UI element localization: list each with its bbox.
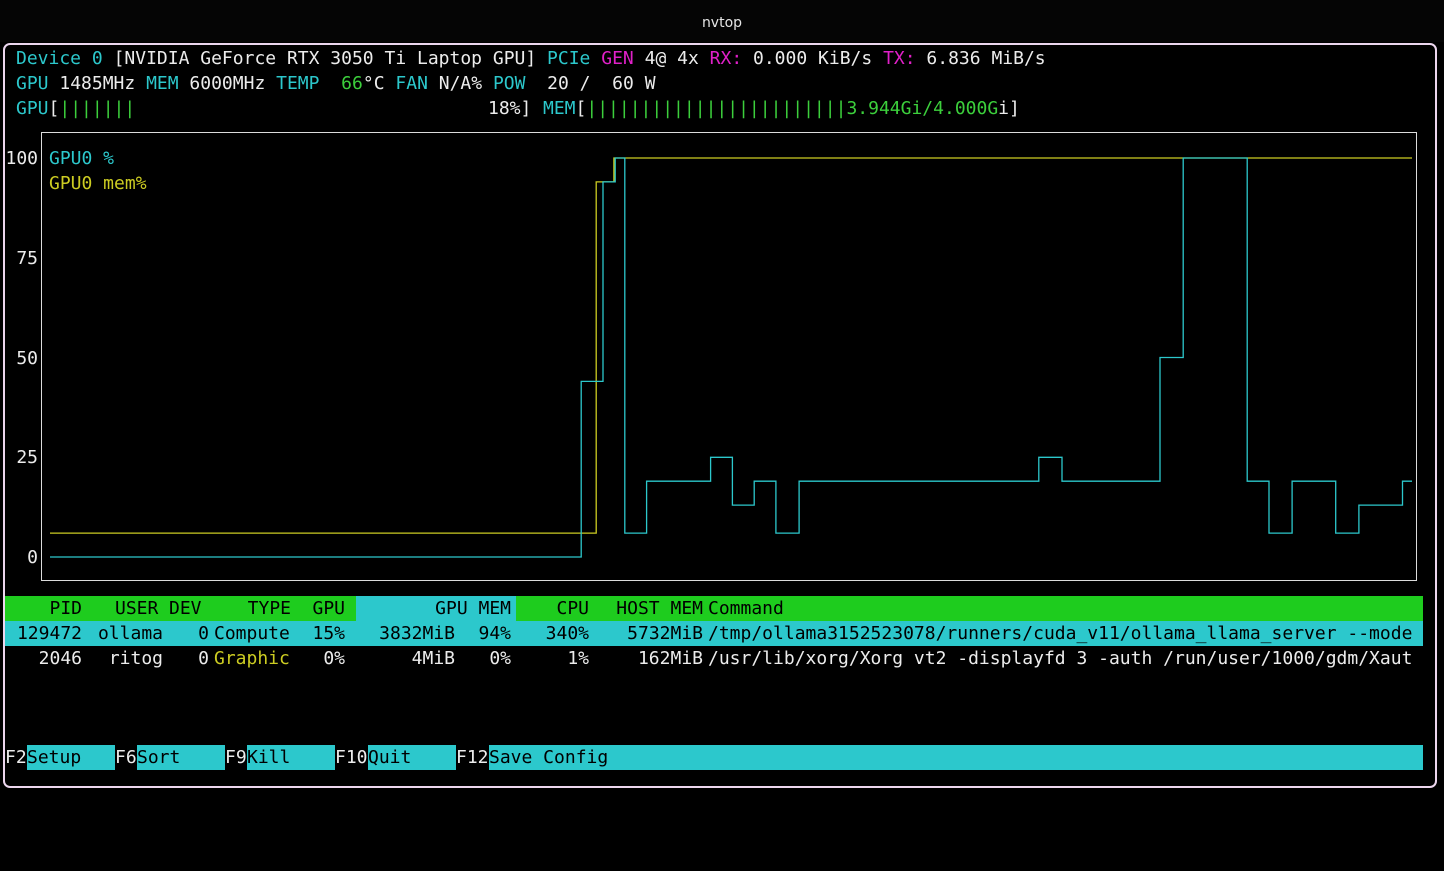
temp-unit: °C [362,73,385,94]
process-row[interactable]: 2046 ritog 0 Graphic 0% 4MiB 0% 1% 162MiB/usr/li… [5,646,1423,671]
header-cpu[interactable]: CPU [525,596,589,621]
gpu-bar-percent: 18%] [488,98,532,119]
process-table-header[interactable]: PID USER DEV TYPE GPU GPU MEM CPU HOST M… [5,596,1423,621]
cell-gpu: 0% [323,648,345,669]
rx-label: RX: [709,48,743,69]
cell-host-mem: 162MiB [637,648,703,669]
gpu-bar-fill: ||||||| [59,98,136,119]
rx-value: 0.000 KiB/s [753,48,873,69]
device-line: Device 0 [NVIDIA GeForce RTX 3050 Ti Lap… [16,46,1046,71]
mem-bar-label: MEM [543,98,576,119]
cell-command: /usr/lib/xorg/Xorg vt2 -displayfd 3 -aut… [708,648,1413,669]
gpu-bar-open: [ [48,98,60,119]
header-gpu-mem[interactable]: GPU MEM [415,596,511,621]
temp-label: TEMP [276,73,320,94]
y-tick-label: 75 [16,247,38,269]
gen-label: GEN [601,48,634,69]
cell-type: Compute [214,623,290,644]
device-name: [NVIDIA GeForce RTX 3050 Ti Laptop GPU] [113,48,537,69]
footer-kill-button[interactable]: Kill [247,745,335,770]
y-tick-label: 0 [27,547,38,568]
y-tick-label: 50 [16,347,38,369]
header-pid[interactable]: PID [5,596,82,621]
cell-dev: 0 [198,648,209,669]
legend-gpu-mem-percent: GPU0 mem% [49,173,147,194]
footer-setup-button[interactable]: Setup [27,745,115,770]
footer-save-config-button[interactable]: Save Config [489,745,1423,770]
function-key-bar: F2 Setup F6 Sort F9 Kill F10 Quit F12 Save Config [5,745,1423,770]
process-row[interactable]: 129472 ollama 0 Compute 15% 3832MiB 94% 340% 573… [5,621,1423,646]
header-type[interactable]: TYPE [225,596,291,621]
window-title: nvtop [701,15,743,31]
fkey-f6: F6 [115,747,137,768]
device-index: 0 [91,48,103,69]
gen-value: 4@ 4x [644,48,699,69]
footer-quit-button[interactable]: Quit [368,745,456,770]
cell-gpu: 15% [312,623,345,644]
mem-clock-value: 6000MHz [189,73,266,94]
mem-bar-close: i] [998,98,1020,119]
tx-label: TX: [883,48,916,69]
header-user[interactable]: USER [115,596,158,621]
chart-plot [50,157,1412,558]
window-titlebar: nvtop [0,0,1444,42]
header-dev[interactable]: DEV [169,596,202,621]
pow-value: 20 / 60 W [547,73,656,94]
mem-usage-bar: MEM[||||||||||||||||||||||||3.944Gi/4.00… [543,96,1020,121]
utilization-chart [41,132,1417,581]
pcie-label: PCIe [547,48,591,69]
mem-bar-fill: ||||||||||||||||||||||||3.944G [586,98,912,119]
cell-user: ritog [108,648,163,669]
header-command[interactable]: Command [708,596,784,621]
tx-value: 6.836 MiB/s [926,48,1046,69]
cell-gpu-mem: 3832MiB [379,623,455,644]
cell-pid: 2046 [38,648,82,669]
cell-pid: 129472 [16,623,82,644]
cell-host-mem: 5732MiB [627,623,703,644]
cell-gpu-mem: 4MiB [411,648,455,669]
cell-gpu-mem-pct: 0% [489,648,511,669]
fkey-f9: F9 [225,747,247,768]
gpu-percent-line [50,157,1412,558]
gpu-bar-label: GPU [16,98,49,119]
header-host-mem[interactable]: HOST MEM [603,596,703,621]
cell-command: /tmp/ollama3152523078/runners/cuda_v11/o… [708,623,1413,644]
mem-bar-open: [ [575,98,587,119]
fkey-f10: F10 [335,747,368,768]
pow-label: POW [492,73,526,94]
gpu-mem-percent-line [50,157,1412,534]
cell-cpu: 1% [567,648,589,669]
temp-value: 66 [341,73,363,94]
fan-label: FAN [395,73,428,94]
gpu-usage-bar: GPU[||||||| [16,96,135,121]
fan-value: N/A% [438,73,483,94]
cell-user: ollama [97,623,163,644]
cell-gpu-mem-pct: 94% [478,623,511,644]
y-tick-label: 25 [16,447,38,469]
device-label: Device [16,48,82,69]
mem-clock-label: MEM [146,73,179,94]
legend-gpu-percent: GPU0 % [49,148,115,169]
mem-bar-tail: i/4.000G [911,98,999,119]
y-tick-label: 100 [5,148,38,169]
gpu-clock-label: GPU [16,73,49,94]
fkey-f2: F2 [5,747,27,768]
cell-cpu: 340% [545,623,589,644]
footer-sort-button[interactable]: Sort [137,745,225,770]
cell-type: Graphic [214,648,290,669]
cell-dev: 0 [198,623,209,644]
gpu-clock-value: 1485MHz [59,73,136,94]
stats-line: GPU 1485MHz MEM 6000MHz TEMP 66°C FAN N/… [16,71,656,96]
fkey-f12: F12 [456,747,489,768]
header-gpu[interactable]: GPU [301,596,345,621]
